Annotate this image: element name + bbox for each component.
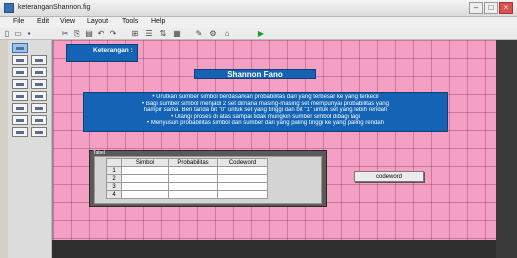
table-cell[interactable]	[168, 174, 218, 183]
keterangan-label[interactable]: Keterangan :	[66, 44, 138, 62]
maximize-button[interactable]: □	[484, 2, 498, 14]
title-bar: keteranganShannon.fig – □ ×	[0, 0, 517, 17]
mfile-editor-icon[interactable]: ✎	[194, 29, 204, 38]
table-cell[interactable]	[121, 166, 169, 175]
open-icon[interactable]: ▭	[13, 29, 23, 38]
save-icon[interactable]: ▪	[24, 29, 34, 38]
menu-editor-icon[interactable]: ☰	[144, 29, 154, 38]
activex-tool[interactable]	[31, 127, 47, 137]
table-row[interactable]: 2	[106, 174, 268, 183]
row-header: 2	[106, 174, 122, 183]
codeword-table[interactable]: Simbol Probabilitas Codeword 1 2 3 4	[106, 158, 268, 199]
table-cell[interactable]	[168, 190, 218, 199]
panel-tool[interactable]	[31, 115, 47, 125]
row-header: 3	[106, 182, 122, 191]
select-tool[interactable]	[12, 43, 28, 53]
close-button[interactable]: ×	[499, 2, 513, 14]
popup-menu-tool[interactable]	[12, 91, 28, 101]
redo-icon[interactable]: ↷	[108, 29, 118, 38]
description-text[interactable]: • Urutkan sumber simbol berdasarkan prob…	[83, 92, 448, 132]
copy-icon[interactable]: ⎘	[72, 29, 82, 38]
menu-edit[interactable]: Edit	[37, 18, 49, 25]
tab-order-icon[interactable]: ⇅	[158, 29, 168, 38]
cut-icon[interactable]: ✂	[60, 29, 70, 38]
minimize-button[interactable]: –	[469, 2, 483, 14]
menu-file[interactable]: File	[13, 18, 24, 25]
paste-icon[interactable]: ▤	[84, 29, 94, 38]
menu-bar: File Edit View Layout Tools Help	[0, 17, 517, 28]
table-cell[interactable]	[168, 166, 218, 175]
edit-text-tool[interactable]	[12, 79, 28, 89]
table-tool[interactable]	[31, 103, 47, 113]
property-inspector-icon[interactable]: ⚙	[208, 29, 218, 38]
table-cell[interactable]	[121, 174, 169, 183]
row-header: 1	[106, 166, 122, 175]
axes-tool[interactable]	[12, 115, 28, 125]
toolbar: ▯ ▭ ▪ ✂ ⎘ ▤ ↶ ↷ ⊞ ☰ ⇅ ▦ ✎ ⚙ ⌂ ▶	[0, 28, 517, 40]
canvas-bottom-area[interactable]	[52, 240, 496, 258]
codeword-button[interactable]: codeword	[354, 171, 424, 182]
listbox-tool[interactable]	[31, 91, 47, 101]
menu-view[interactable]: View	[60, 18, 75, 25]
component-palette	[8, 40, 52, 258]
object-browser-icon[interactable]: ⌂	[222, 29, 232, 38]
description-line: • Ulangi proses di atas sampai tidak mun…	[171, 113, 360, 120]
menu-tools[interactable]: Tools	[122, 18, 138, 25]
menu-layout[interactable]: Layout	[87, 18, 108, 25]
static-text-tool[interactable]	[31, 79, 47, 89]
radiobutton-tool[interactable]	[12, 67, 28, 77]
table-cell[interactable]	[168, 182, 218, 191]
table-cell[interactable]	[121, 190, 169, 199]
row-header: 4	[106, 190, 122, 199]
canvas-scroll-area[interactable]	[496, 40, 517, 258]
table-cell[interactable]	[217, 190, 268, 199]
table-corner	[106, 158, 122, 167]
button-group-tool[interactable]	[12, 127, 28, 137]
slider-tool[interactable]	[31, 55, 47, 65]
checkbox-tool[interactable]	[31, 67, 47, 77]
heading-label[interactable]: Shannon Fano	[194, 69, 316, 79]
column-header[interactable]: Simbol	[121, 158, 169, 167]
column-header[interactable]: Probabilitas	[168, 158, 218, 167]
table-cell[interactable]	[121, 182, 169, 191]
window-title: keteranganShannon.fig	[18, 4, 91, 11]
table-row[interactable]: 4	[106, 190, 268, 199]
description-line: hampir sama. Beri tanda bit "0" untuk se…	[143, 107, 388, 114]
menu-help[interactable]: Help	[151, 18, 165, 25]
description-line: • Urutkan sumber simbol berdasarkan prob…	[152, 94, 379, 100]
run-icon[interactable]: ▶	[256, 29, 266, 38]
toggle-button-tool[interactable]	[12, 103, 28, 113]
pushbutton-tool[interactable]	[12, 55, 28, 65]
new-icon[interactable]: ▯	[2, 29, 12, 38]
table-row[interactable]: 3	[106, 182, 268, 191]
table-cell[interactable]	[217, 182, 268, 191]
table-row[interactable]: 1	[106, 166, 268, 175]
description-line: • Bagi sumber simbol menjadi 2 set diman…	[142, 100, 389, 107]
table-cell[interactable]	[217, 166, 268, 175]
table-cell[interactable]	[217, 174, 268, 183]
column-header[interactable]: Codeword	[217, 158, 268, 167]
toolbar-editor-icon[interactable]: ▦	[172, 29, 182, 38]
description-line: • Menyusun probabilitas simbol dari sumb…	[147, 120, 384, 127]
align-icon[interactable]: ⊞	[130, 29, 140, 38]
figure-icon	[4, 3, 14, 13]
undo-icon[interactable]: ↶	[96, 29, 106, 38]
